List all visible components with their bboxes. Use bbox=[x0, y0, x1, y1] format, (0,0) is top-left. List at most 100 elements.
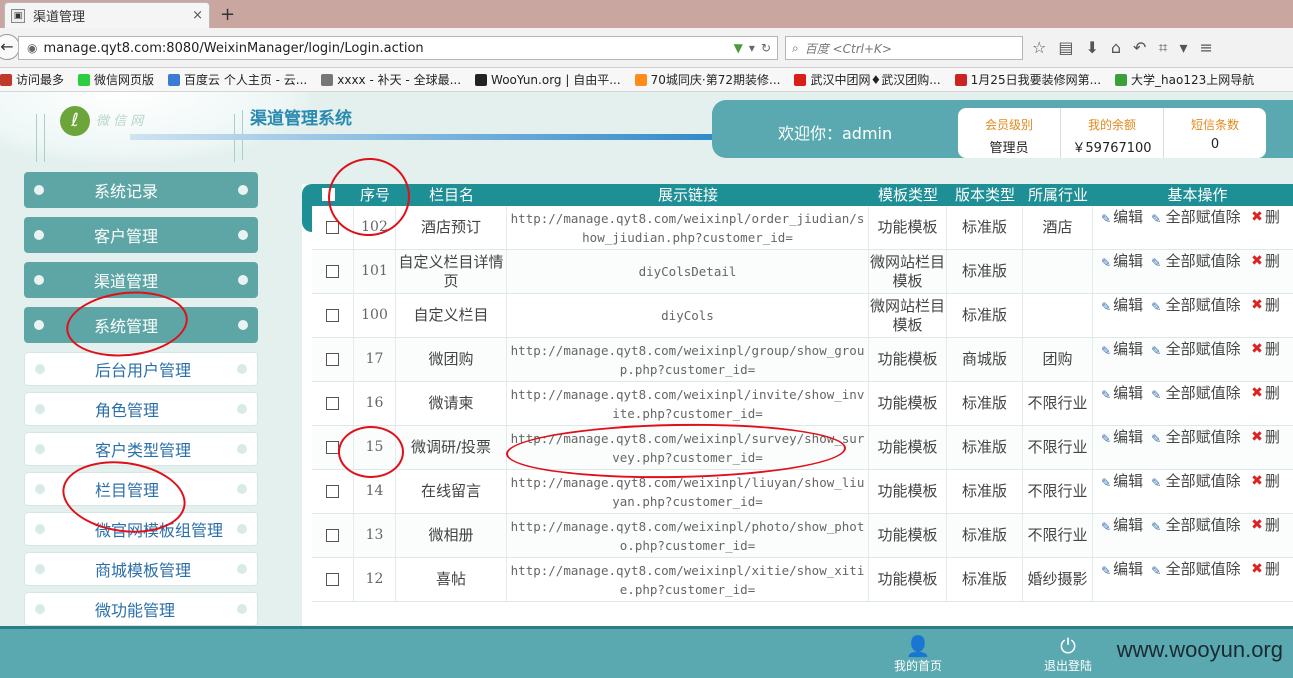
row-checkbox[interactable] bbox=[326, 529, 339, 542]
edit-button[interactable]: ✎ 编辑 bbox=[1101, 472, 1143, 493]
delete-button[interactable]: ✖ 删 bbox=[1251, 384, 1280, 403]
row-checkbox[interactable] bbox=[326, 441, 339, 454]
row-industry: 婚纱摄影 bbox=[1023, 558, 1093, 601]
edit-label: 编辑 bbox=[1113, 472, 1144, 490]
home-icon[interactable]: ⌂ bbox=[1111, 38, 1121, 58]
reload-icon[interactable]: ↻ bbox=[761, 41, 771, 55]
sidebar-main-item[interactable]: 系统管理 bbox=[24, 307, 258, 343]
info-label: 我的余额 bbox=[1087, 118, 1136, 132]
bullet-icon bbox=[238, 275, 248, 285]
row-checkbox[interactable] bbox=[326, 221, 339, 234]
delete-button[interactable]: ✖ 删 bbox=[1251, 472, 1280, 491]
download-icon[interactable]: ⬇ bbox=[1085, 38, 1098, 58]
sidebar-sub-item[interactable]: 栏目管理 bbox=[24, 472, 258, 506]
edit-button[interactable]: ✎ 编辑 bbox=[1101, 208, 1143, 229]
crop-icon[interactable]: ⌗ bbox=[1158, 38, 1167, 58]
pencil-icon: ✎ bbox=[1151, 432, 1162, 446]
header-id[interactable]: 序号 bbox=[354, 184, 396, 206]
sidebar-item-label: 商城模板管理 bbox=[95, 561, 192, 580]
delete-button[interactable]: ✖ 删 bbox=[1251, 428, 1280, 447]
edit-button[interactable]: ✎ 编辑 bbox=[1101, 340, 1143, 361]
sidebar-sub-item[interactable]: 后台用户管理 bbox=[24, 352, 258, 386]
delete-button[interactable]: ✖ 删 bbox=[1251, 208, 1280, 227]
bookmark-item[interactable]: 访问最多 bbox=[0, 71, 64, 88]
bookmark-item[interactable]: 1月25日我要装修网第... bbox=[954, 71, 1101, 88]
row-checkbox[interactable] bbox=[326, 573, 339, 586]
browser-tab[interactable]: ▣ 渠道管理 × bbox=[4, 2, 210, 28]
sidebar-sub-item[interactable]: 微功能管理 bbox=[24, 592, 258, 626]
assign-all-button[interactable]: ✎ 全部赋值除 bbox=[1151, 428, 1243, 449]
row-link: diyCols bbox=[507, 294, 869, 337]
edit-button[interactable]: ✎ 编辑 bbox=[1101, 296, 1143, 317]
bullet-icon bbox=[237, 364, 247, 374]
row-checkbox[interactable] bbox=[326, 485, 339, 498]
edit-button[interactable]: ✎ 编辑 bbox=[1101, 516, 1143, 537]
assign-all-button[interactable]: ✎ 全部赋值除 bbox=[1151, 340, 1243, 361]
hamburger-icon[interactable]: ≡ bbox=[1199, 38, 1212, 58]
bookmark-item[interactable]: 70城同庆·第72期装修... bbox=[634, 71, 780, 88]
home-button[interactable]: 👤 我的首页 bbox=[894, 635, 942, 674]
search-icon: ⌕ bbox=[792, 40, 799, 55]
sidebar-sub-item[interactable]: 客户类型管理 bbox=[24, 432, 258, 466]
row-version-type: 标准版 bbox=[947, 558, 1023, 601]
row-template-type: 功能模板 bbox=[869, 382, 947, 425]
assign-all-button[interactable]: ✎ 全部赋值除 bbox=[1151, 560, 1243, 581]
row-link: http://manage.qyt8.com/weixinpl/liuyan/s… bbox=[507, 470, 869, 513]
sidebar-sub-item[interactable]: 商城模板管理 bbox=[24, 552, 258, 586]
edit-button[interactable]: ✎ 编辑 bbox=[1101, 428, 1143, 449]
pencil-icon: ✎ bbox=[1101, 388, 1112, 402]
edit-button[interactable]: ✎ 编辑 bbox=[1101, 384, 1143, 405]
bookmark-item[interactable]: 百度云 个人主页 - 云... bbox=[168, 71, 307, 88]
row-checkbox[interactable] bbox=[326, 353, 339, 366]
assign-all-button[interactable]: ✎ 全部赋值除 bbox=[1151, 472, 1243, 493]
bookmark-item[interactable]: WooYun.org | 自由平... bbox=[475, 71, 621, 88]
select-all-checkbox[interactable] bbox=[321, 188, 335, 201]
row-name: 自定义栏目详情页 bbox=[396, 250, 507, 293]
menu-icon[interactable]: ▾ bbox=[1179, 38, 1187, 58]
undo-icon[interactable]: ↶ bbox=[1133, 38, 1146, 58]
bookmark-item[interactable]: 微信网页版 bbox=[78, 71, 154, 88]
assign-all-button[interactable]: ✎ 全部赋值除 bbox=[1151, 208, 1243, 229]
shield-icon[interactable]: ▼ bbox=[734, 41, 743, 55]
logout-button[interactable]: ⏻ 退出登陆 bbox=[1044, 635, 1092, 674]
delete-button[interactable]: ✖ 删 bbox=[1251, 560, 1280, 579]
delete-button[interactable]: ✖ 删 bbox=[1251, 516, 1280, 535]
new-tab-button[interactable]: + bbox=[220, 4, 235, 25]
bookmark-item[interactable]: 武汉中团网♦武汉团购... bbox=[794, 71, 941, 88]
address-bar[interactable]: ◉ manage.qyt8.com:8080/WeixinManager/log… bbox=[18, 36, 778, 60]
sidebar-sub-item[interactable]: 角色管理 bbox=[24, 392, 258, 426]
row-version-type: 标准版 bbox=[947, 514, 1023, 557]
assign-all-button[interactable]: ✎ 全部赋值除 bbox=[1151, 252, 1243, 273]
sidebar-item-label: 客户类型管理 bbox=[95, 441, 192, 460]
row-operations: ✎ 编辑 ✎ 全部赋值除 ✖ 删 bbox=[1093, 470, 1293, 513]
reading-list-icon[interactable]: ▤ bbox=[1058, 38, 1073, 58]
sidebar-main-item[interactable]: 系统记录 bbox=[24, 172, 258, 208]
pencil-icon: ✎ bbox=[1101, 344, 1112, 358]
delete-button[interactable]: ✖ 删 bbox=[1251, 340, 1280, 359]
pencil-icon: ✎ bbox=[1151, 344, 1162, 358]
delete-label: 删 bbox=[1264, 428, 1280, 446]
dropdown-icon[interactable]: ▾ bbox=[749, 41, 755, 55]
row-checkbox[interactable] bbox=[326, 397, 339, 410]
bookmark-label: WooYun.org | 自由平... bbox=[491, 73, 621, 87]
edit-button[interactable]: ✎ 编辑 bbox=[1101, 252, 1143, 273]
assign-all-button[interactable]: ✎ 全部赋值除 bbox=[1151, 516, 1243, 537]
bookmark-item[interactable]: 大学_hao123上网导航 bbox=[1115, 71, 1254, 88]
edit-button[interactable]: ✎ 编辑 bbox=[1101, 560, 1143, 581]
sidebar-item-label: 后台用户管理 bbox=[95, 361, 192, 380]
assign-all-button[interactable]: ✎ 全部赋值除 bbox=[1151, 296, 1243, 317]
tab-close-icon[interactable]: × bbox=[192, 8, 203, 23]
bookmark-item[interactable]: xxxx - 补天 - 全球最... bbox=[321, 71, 461, 88]
search-bar[interactable]: ⌕ 百度 <Ctrl+K> bbox=[785, 36, 1023, 60]
sidebar-sub-item[interactable]: 微官网模板组管理 bbox=[24, 512, 258, 546]
delete-button[interactable]: ✖ 删 bbox=[1251, 296, 1280, 315]
info-value: 管理员 bbox=[989, 141, 1029, 156]
row-checkbox[interactable] bbox=[326, 265, 339, 278]
sidebar-main-item[interactable]: 客户管理 bbox=[24, 217, 258, 253]
assign-all-button[interactable]: ✎ 全部赋值除 bbox=[1151, 384, 1243, 405]
sidebar-main-item[interactable]: 渠道管理 bbox=[24, 262, 258, 298]
star-icon[interactable]: ☆ bbox=[1032, 38, 1046, 58]
row-checkbox[interactable] bbox=[326, 309, 339, 322]
back-arrow-icon[interactable]: ← bbox=[0, 34, 20, 60]
delete-button[interactable]: ✖ 删 bbox=[1251, 252, 1280, 271]
